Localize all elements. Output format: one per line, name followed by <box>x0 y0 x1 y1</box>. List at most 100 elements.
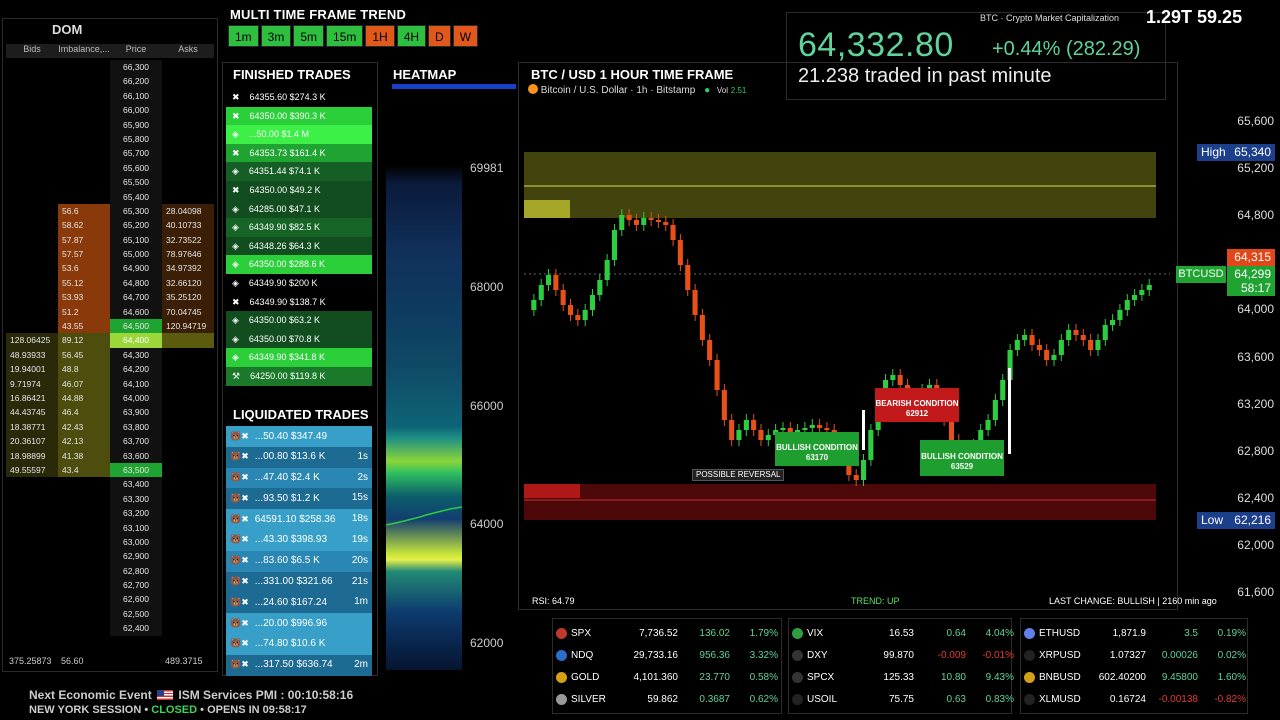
ticker-symbol-cell: SPX <box>556 627 616 639</box>
dom-row[interactable]: 62,900 <box>6 549 214 564</box>
dom-ask <box>162 506 214 520</box>
finished-trade-row: ✖ 64350.00 $49.2 K <box>226 180 372 200</box>
ticker-row[interactable]: USOIL 75.75 0.63 0.83% <box>792 688 1016 710</box>
dom-row[interactable]: 55.12 64,800 32.66120 <box>6 275 214 291</box>
dom-row[interactable]: 18.98899 41.38 63,600 <box>6 448 214 463</box>
dom-row[interactable]: 63,200 <box>6 506 214 521</box>
dom-imbalance <box>58 161 110 175</box>
tf-button-15m[interactable]: 15m <box>326 25 364 47</box>
dom-row[interactable]: 66,200 <box>6 74 214 89</box>
dom-row[interactable]: 57.57 65,000 78.97646 <box>6 247 214 262</box>
dom-header-bids[interactable]: Bids <box>6 44 58 58</box>
dom-row[interactable]: 62,400 <box>6 621 214 636</box>
ticker-row[interactable]: ETHUSD 1,871.9 3.5 0.19% <box>1024 622 1248 644</box>
dom-row[interactable]: 65,500 <box>6 175 214 190</box>
tf-button-4h[interactable]: 4H <box>396 25 427 47</box>
dom-row[interactable]: 19.94001 48.8 64,200 <box>6 362 214 377</box>
dom-ask <box>162 592 214 606</box>
dom-row[interactable]: 65,700 <box>6 146 214 161</box>
tf-button-3m[interactable]: 3m <box>260 25 292 47</box>
ticker-logo-icon <box>556 649 567 661</box>
exchange-icon: ◈ <box>232 240 239 251</box>
ticker-symbol: GOLD <box>571 671 600 683</box>
dom-row[interactable]: 57.87 65,100 32.73522 <box>6 232 214 248</box>
dom-row[interactable]: 18.38771 42.43 63,800 <box>6 419 214 435</box>
dom-row[interactable]: 128.06425 89.12 64,400 <box>6 333 214 348</box>
dom-imbalance <box>58 578 110 592</box>
heatmap-column <box>386 90 462 670</box>
dom-row[interactable]: 66,100 <box>6 88 214 104</box>
dom-row[interactable]: 65,800 <box>6 131 214 147</box>
dom-row[interactable]: 66,000 <box>6 103 214 118</box>
dom-price: 64,600 <box>110 304 162 320</box>
exchange-icon: ✖ <box>232 296 240 307</box>
tf-button-1h[interactable]: 1H <box>365 25 395 47</box>
dom-imbalance: 43.4 <box>58 462 110 478</box>
ticker-row[interactable]: BNBUSD 602.40200 9.45800 1.60% <box>1024 666 1248 688</box>
dom-row[interactable]: 53.93 64,700 35.25120 <box>6 290 214 305</box>
dom-row[interactable]: 58.62 65,200 40.10733 <box>6 218 214 233</box>
dom-header-imbalance[interactable]: Imbalance,... <box>58 44 110 58</box>
dom-row[interactable]: 43.55 64,500 120.94719 <box>6 319 214 334</box>
dom-row[interactable]: 63,300 <box>6 491 214 507</box>
dom-ladder[interactable]: 66,300 66,200 66,100 66,000 65,900 65,800 65,7… <box>6 60 214 636</box>
ticker-symbol-cell: XRPUSD <box>1024 649 1084 661</box>
ticker-row[interactable]: SILVER 59.862 0.3687 0.62% <box>556 688 780 710</box>
ticker-row[interactable]: SPCX 125.33 10.80 9.43% <box>792 666 1016 688</box>
dom-row[interactable]: 62,700 <box>6 578 214 593</box>
liquidated-trade-main: 🐻✖ ...47.40 $2.4 K <box>230 467 320 489</box>
dom-row[interactable]: 20.36107 42.13 63,700 <box>6 434 214 449</box>
tf-button-w[interactable]: W <box>452 25 479 47</box>
dom-row[interactable]: 62,600 <box>6 592 214 607</box>
dom-row[interactable]: 63,000 <box>6 534 214 550</box>
ticker-row[interactable]: GOLD 4,101.360 23.770 0.58% <box>556 666 780 688</box>
tf-button-1m[interactable]: 1m <box>228 25 259 47</box>
ticker-v3: 0.19% <box>1217 627 1246 639</box>
bear-icon: 🐻✖ <box>230 472 249 483</box>
tf-button-5m[interactable]: 5m <box>293 25 325 47</box>
ticker-row[interactable]: SPX 7,736.52 136.02 1.79% <box>556 622 780 644</box>
dom-row[interactable]: 62,500 <box>6 606 214 622</box>
dom-row[interactable]: 66,300 <box>6 60 214 75</box>
dom-row[interactable]: 44.43745 46.4 63,900 <box>6 405 214 420</box>
heatmap-tick: 64000 <box>470 517 504 531</box>
dom-row[interactable]: 9.71974 46.07 64,100 <box>6 376 214 391</box>
candlestick-chart[interactable] <box>524 100 1170 540</box>
ticker-row[interactable]: NDQ 29,733.16 956.36 3.32% <box>556 644 780 666</box>
ticker-row[interactable]: XLMUSD 0.16724 -0.00138 -0.82% <box>1024 688 1248 710</box>
dom-row[interactable]: 65,900 <box>6 117 214 132</box>
dom-price: 65,300 <box>110 203 162 219</box>
dom-bid <box>6 146 58 160</box>
dom-row[interactable]: 63,100 <box>6 520 214 535</box>
dom-row[interactable]: 63,400 <box>6 477 214 492</box>
liquidated-trades-list: 🐻✖ ...50.40 $347.49 🐻✖ ...00.80 $13.6 K 1s 🐻✖… <box>226 426 372 676</box>
dom-row[interactable]: 56.6 65,300 28.04098 <box>6 203 214 219</box>
liquidated-trade-time: 1s <box>357 450 368 462</box>
dom-row[interactable]: 65,400 <box>6 189 214 204</box>
tf-button-d[interactable]: D <box>428 25 451 47</box>
dom-row[interactable]: 53.6 64,900 34.97392 <box>6 261 214 276</box>
dom-header-price[interactable]: Price <box>110 44 162 58</box>
ticker-row[interactable]: XRPUSD 1.07327 0.00026 0.02% <box>1024 644 1248 666</box>
dom-header-asks[interactable]: Asks <box>162 44 214 58</box>
chart-symbol-line[interactable]: Bitcoin / U.S. Dollar · 1h · Bitstamp <box>541 85 696 96</box>
ticker-v1: 0.16724 <box>1109 693 1146 705</box>
dom-ask <box>162 175 214 189</box>
dom-price: 65,200 <box>110 218 162 233</box>
dom-price: 64,800 <box>110 275 162 291</box>
ticker-row[interactable]: VIX 16.53 0.64 4.04% <box>792 622 1016 644</box>
dom-bid <box>6 290 58 304</box>
chart-title: BTC / USD 1 HOUR TIME FRAME <box>531 67 734 82</box>
ticker-row[interactable]: DXY 99.870 -0.009 -0.01% <box>792 644 1016 666</box>
ticker-logo-icon <box>1024 693 1035 705</box>
dom-price: 64,400 <box>110 333 162 348</box>
dom-row[interactable]: 49.55597 43.4 63,500 <box>6 462 214 478</box>
dom-row[interactable]: 51.2 64,600 70.04745 <box>6 304 214 320</box>
ticker-symbol-cell: SILVER <box>556 693 616 705</box>
dom-bid <box>6 190 58 204</box>
dom-row[interactable]: 48.93933 56.45 64,300 <box>6 347 214 363</box>
dom-row[interactable]: 62,800 <box>6 563 214 579</box>
dom-row[interactable]: 16.86421 44.88 64,000 <box>6 390 214 406</box>
dom-row[interactable]: 65,600 <box>6 160 214 176</box>
dom-price: 64,500 <box>110 319 162 334</box>
